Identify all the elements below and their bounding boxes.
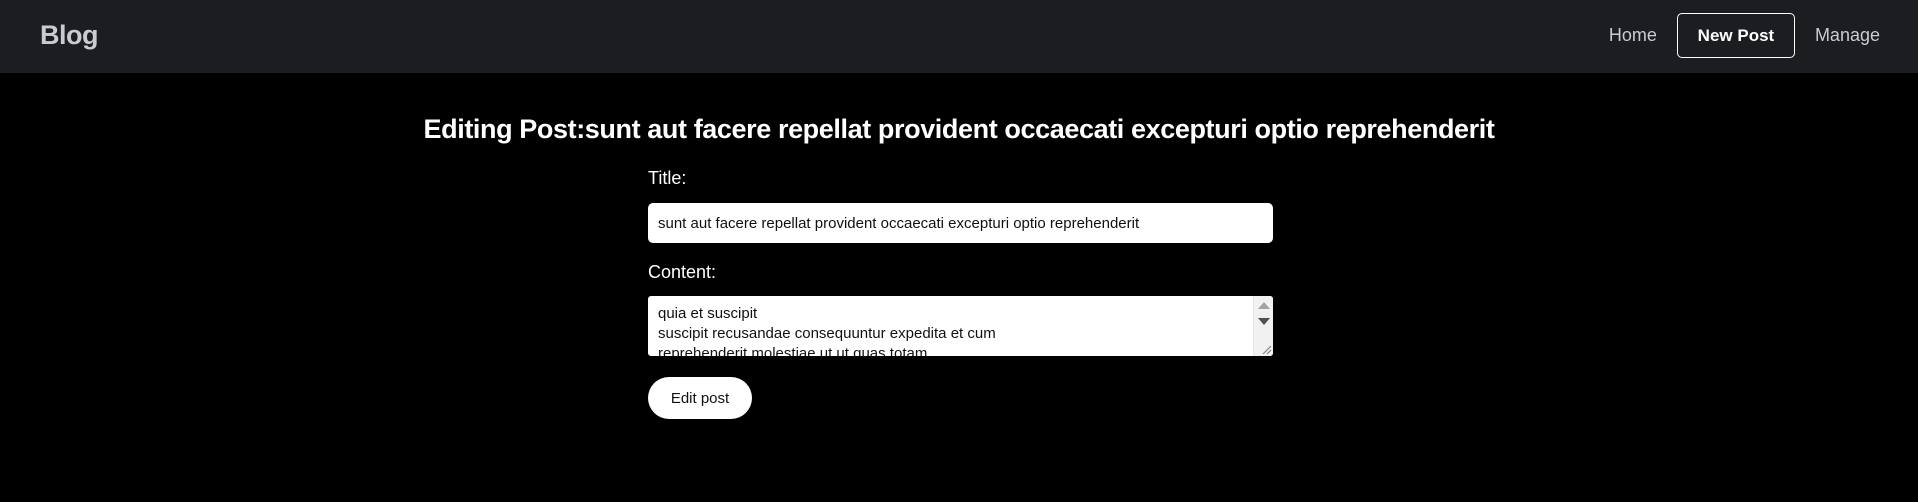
title-label: Title: [648, 168, 687, 188]
nav-link-home[interactable]: Home [1609, 25, 1657, 46]
resize-grip-icon[interactable] [1260, 343, 1272, 355]
edit-post-form: Title: Content: quia et suscipit suscipi… [648, 168, 1273, 419]
scroll-up-arrow-icon[interactable] [1258, 302, 1270, 309]
scroll-down-arrow-icon[interactable] [1258, 318, 1270, 325]
nav-link-manage[interactable]: Manage [1815, 25, 1880, 46]
nav-link-new-post[interactable]: New Post [1676, 13, 1795, 58]
content-textarea[interactable]: quia et suscipit suscipit recusandae con… [648, 296, 1248, 356]
content-textarea-container: quia et suscipit suscipit recusandae con… [648, 296, 1273, 356]
top-navbar: Blog Home New Post Manage [0, 0, 1918, 73]
title-input[interactable] [648, 203, 1273, 243]
content-label: Content: [648, 262, 717, 282]
nav-links: Home New Post Manage [1609, 12, 1880, 59]
brand-logo-link[interactable]: Blog [40, 20, 99, 51]
edit-post-button[interactable]: Edit post [648, 377, 752, 419]
page-title: Editing Post:sunt aut facere repellat pr… [423, 114, 1495, 144]
